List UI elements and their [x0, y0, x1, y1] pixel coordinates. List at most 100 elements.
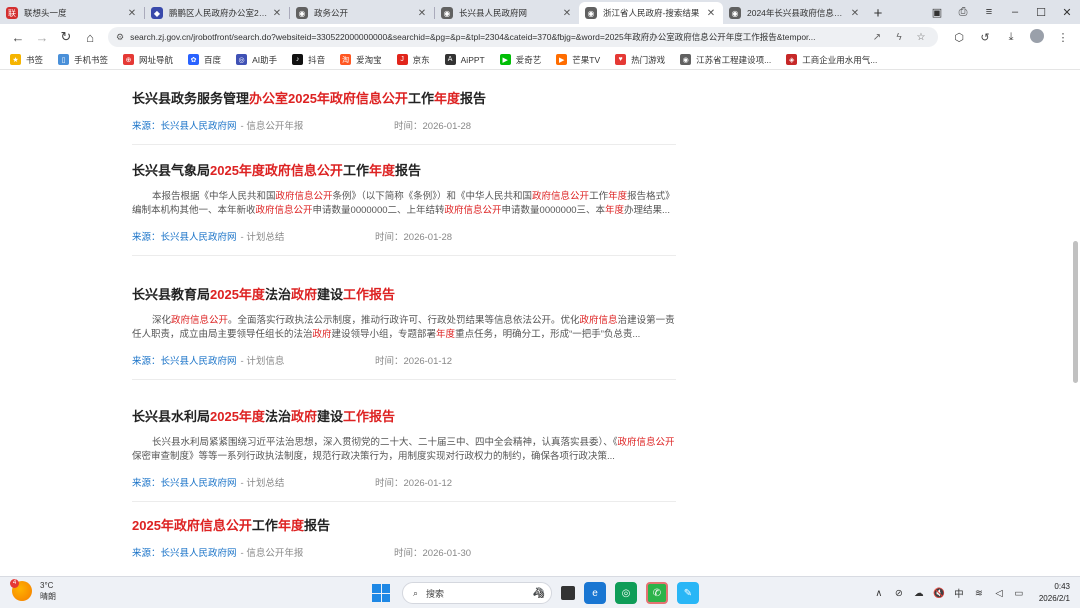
snippet-highlight: 政府信息公开 [617, 437, 675, 448]
bookmark-item[interactable]: A AiPPT [444, 54, 485, 65]
weather-condition: 晴朗 [40, 592, 56, 601]
reload-icon[interactable]: ↻ [54, 29, 78, 45]
result-title-link[interactable]: 长兴县水利局2025年度法治政府建设工作报告 [132, 409, 676, 425]
bookmark-item[interactable]: ✿ 百度 [188, 54, 221, 66]
chevron-up-icon[interactable]: ∧ [869, 588, 889, 599]
new-tab-button[interactable]: + [867, 2, 889, 24]
taskbar-search[interactable]: ⌕ 搜索 🦓 [402, 582, 552, 604]
search-placeholder: 搜索 [426, 588, 445, 599]
bookmarks-bar: ★ 书签 ▯ 手机书签 ⊕ 网址导航 ✿ 百度 ◎ AI助手 ♪ 抖音 淘爱淘宝 J 京东 A… [0, 50, 1080, 70]
title-text: 长兴县气象局 [132, 163, 211, 178]
home-icon[interactable]: ⌂ [78, 30, 102, 45]
title-text: 工作 [407, 91, 434, 106]
source-link[interactable]: 长兴县人民政府网 [161, 232, 237, 243]
bookmark-item[interactable]: ◎ AI助手 [236, 54, 277, 66]
source-link[interactable]: 长兴县人民政府网 [161, 478, 237, 489]
source-label: 来源： [132, 548, 161, 559]
notification-badge: 4 [10, 579, 19, 588]
pinned-app-icon[interactable]: ✎ [677, 582, 699, 604]
url-text[interactable]: search.zj.gov.cn/jrobotfront/search.do?w… [130, 31, 938, 43]
ime-indicator[interactable]: 中 [949, 586, 969, 600]
tab-search-icon[interactable]: ▣ [924, 6, 950, 19]
more-menu-icon[interactable]: ⋮ [1050, 31, 1076, 44]
vertical-scrollbar[interactable] [1070, 71, 1080, 576]
source-link[interactable]: 长兴县人民政府网 [161, 356, 237, 367]
menu-icon[interactable]: ≡ [976, 6, 1002, 18]
print-icon[interactable]: ⎙ [950, 6, 976, 19]
title-text: 法治 [264, 287, 291, 302]
star-icon[interactable]: ☆ [910, 32, 932, 43]
cloud-icon[interactable]: ☁ [909, 588, 929, 599]
source-label: 来源： [132, 121, 161, 132]
title-highlight: 年度 [368, 163, 395, 178]
result-title-link[interactable]: 长兴县教育局2025年度法治政府建设工作报告 [132, 287, 676, 303]
profile-icon[interactable] [1024, 28, 1050, 46]
close-icon[interactable]: ✕ [849, 8, 861, 19]
source-link[interactable]: 长兴县人民政府网 [161, 121, 237, 132]
browser-tab[interactable]: ◆ 鹏鹏区人民政府办公室2025年 ✕ [145, 2, 289, 24]
battery-icon[interactable]: ▭ [1009, 588, 1029, 599]
bookmark-label: 工商企业用水用气... [802, 54, 878, 65]
result-title-link[interactable]: 长兴县气象局2025年度政府信息公开工作年度报告 [132, 163, 676, 179]
bookmark-label: 热门游戏 [631, 54, 666, 65]
antivirus-icon[interactable]: ⊘ [889, 588, 909, 599]
close-window-button[interactable]: ✕ [1054, 6, 1080, 19]
bookmark-item[interactable]: ▶ 芒果TV [556, 54, 600, 66]
minimize-button[interactable]: – [1002, 6, 1028, 18]
lightning-icon[interactable]: ϟ [888, 32, 910, 43]
download-icon[interactable]: ⤓ [998, 31, 1024, 44]
bookmark-item[interactable]: J 京东 [396, 54, 430, 66]
weather-widget[interactable]: 4 3°C 晴朗 [10, 579, 56, 602]
tab-title: 2024年长兴县政府信息公开 [747, 8, 849, 18]
title-highlight: 2025年度 [210, 409, 265, 424]
snippet-highlight: 年度 [605, 205, 625, 216]
share-icon[interactable]: ↗ [866, 32, 888, 43]
browser-tab[interactable]: ◉ 2024年长兴县政府信息公开 ✕ [723, 2, 867, 24]
clock[interactable]: 0:43 2026/2/1 [1039, 581, 1070, 605]
wifi-icon[interactable]: ≋ [969, 588, 989, 599]
snippet-text: 保密审查制度》等等一系列行政执法制度，规范行政决策行为，用制度实现对行政权力的制… [132, 451, 615, 462]
task-view-icon[interactable] [561, 586, 575, 600]
site-info-icon[interactable]: ⚙ [116, 32, 124, 43]
bookmark-item[interactable]: ⊕ 网址导航 [123, 54, 173, 66]
bookmark-item[interactable]: 淘爱淘宝 [340, 54, 382, 66]
speaker-icon[interactable]: ◁ [989, 588, 1009, 599]
forward-arrow-icon[interactable]: → [30, 30, 54, 45]
close-icon[interactable]: ✕ [126, 8, 138, 19]
close-icon[interactable]: ✕ [271, 8, 283, 19]
start-button[interactable] [372, 584, 390, 602]
edge-browser-icon[interactable]: e [584, 582, 606, 604]
globe-icon: ◉ [680, 54, 692, 65]
browser-tab[interactable]: 联 联想头一度 ✕ [0, 2, 144, 24]
bookmark-item[interactable]: ♥ 热门游戏 [615, 54, 665, 66]
chat-app-icon[interactable]: ◎ [615, 582, 637, 604]
bookmark-item[interactable]: ▯ 手机书签 [58, 54, 108, 66]
result-title-link[interactable]: 长兴县政务服务管理办公室2025年政府信息公开工作年度报告 [132, 91, 676, 107]
title-highlight: 政府 [290, 409, 317, 424]
result-title-link[interactable]: 2025年政府信息公开工作年度报告 [132, 518, 676, 534]
extensions-icon[interactable]: ⬡ [946, 31, 972, 44]
wechat-icon[interactable]: ✆ [646, 582, 668, 604]
browser-tab-active[interactable]: ◉ 浙江省人民政府-搜索结果 ✕ [579, 2, 723, 24]
close-icon[interactable]: ✕ [705, 8, 717, 19]
scrollbar-thumb[interactable] [1073, 241, 1078, 383]
source-link[interactable]: 长兴县人民政府网 [161, 548, 237, 559]
bookmark-item[interactable]: ◈ 工商企业用水用气... [786, 54, 877, 66]
browser-tab[interactable]: ◉ 长兴县人民政府网 ✕ [435, 2, 579, 24]
bookmark-item[interactable]: ★ 书签 [10, 54, 43, 66]
close-icon[interactable]: ✕ [416, 8, 428, 19]
maximize-button[interactable]: ☐ [1028, 6, 1054, 19]
bookmark-item[interactable]: ♪ 抖音 [292, 54, 325, 66]
bookmark-item[interactable]: ▶ 爱奇艺 [499, 54, 541, 66]
taskbar-apps: ⌕ 搜索 🦓 e ◎ ✆ ✎ [372, 580, 699, 606]
bookmark-item[interactable]: ◉ 江苏省工程建设项... [680, 54, 771, 66]
snippet-text: 工作 [589, 191, 609, 202]
result-meta: 来源：长兴县人民政府网 - 计划总结 时间：2026-01-28 [132, 229, 676, 243]
snippet-text: 。全面落实行政执法公示制度，推动行政许可、行政处罚结果等信息依法公开。优化 [228, 315, 580, 326]
browser-tab[interactable]: ◉ 政务公开 ✕ [290, 2, 434, 24]
close-icon[interactable]: ✕ [561, 8, 573, 19]
address-bar[interactable]: ⚙ search.zj.gov.cn/jrobotfront/search.do… [108, 27, 938, 47]
volume-muted-icon[interactable]: 🔇 [929, 588, 949, 599]
history-icon[interactable]: ↺ [972, 31, 998, 44]
back-arrow-icon[interactable]: ← [6, 30, 30, 45]
